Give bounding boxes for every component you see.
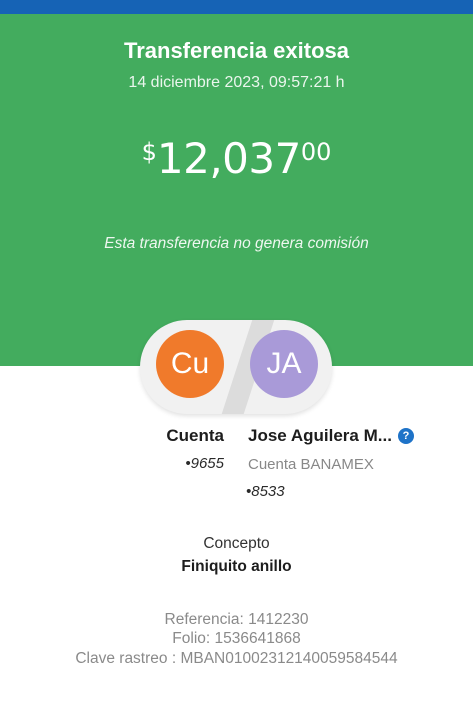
tracking-key: Clave rastreo : MBAN01002312140059584544 bbox=[75, 650, 398, 667]
status-header-strip bbox=[0, 0, 473, 14]
folio-number: Folio: 1536641868 bbox=[172, 630, 301, 647]
help-circle-icon[interactable]: ? bbox=[398, 428, 414, 444]
origin-account-name: Cuenta bbox=[166, 426, 224, 445]
page-title: Transferencia exitosa bbox=[123, 38, 349, 63]
transfer-receipt-screen: Transferencia exitosa 14 diciembre 2023,… bbox=[0, 0, 473, 721]
amount-decimals: 00 bbox=[300, 138, 332, 166]
commission-note: Esta transferencia no genera comisión bbox=[104, 235, 369, 252]
destination-avatar: JA bbox=[250, 330, 318, 398]
origin-avatar: Cu bbox=[156, 330, 224, 398]
accounts-avatar-pill: Cu JA bbox=[140, 320, 332, 414]
concept-label: Concepto bbox=[203, 535, 270, 552]
transfer-amount: $12,03700 bbox=[0, 134, 473, 183]
transfer-datetime: 14 diciembre 2023, 09:57:21 h bbox=[128, 74, 345, 91]
success-banner bbox=[0, 14, 473, 366]
currency-symbol: $ bbox=[141, 138, 157, 166]
destination-bank: Cuenta BANAMEX bbox=[248, 456, 374, 473]
amount-integer: 12,037 bbox=[156, 134, 301, 183]
destination-name: Jose Aguilera M... bbox=[248, 426, 392, 445]
reference-number: Referencia: 1412230 bbox=[164, 611, 309, 628]
origin-account-number: •9655 bbox=[185, 455, 224, 472]
concept-value: Finiquito anillo bbox=[181, 558, 292, 575]
destination-account-number: •8533 bbox=[246, 483, 285, 500]
